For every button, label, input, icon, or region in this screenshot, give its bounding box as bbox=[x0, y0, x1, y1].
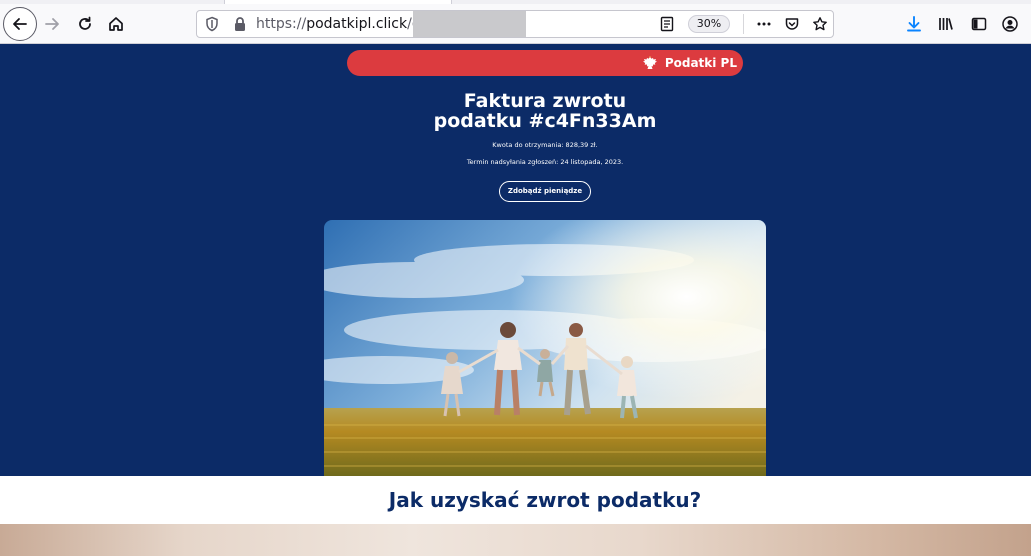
hero-section: Podatki PL Faktura zwrotu podatku #c4Fn3… bbox=[0, 44, 1031, 476]
url-separator bbox=[743, 14, 744, 34]
brand-name: Podatki PL bbox=[664, 56, 737, 70]
reader-icon[interactable] bbox=[659, 16, 675, 32]
family-photo bbox=[324, 220, 766, 476]
zoom-badge[interactable]: 30% bbox=[688, 15, 730, 33]
library-icon bbox=[939, 18, 953, 30]
home-icon bbox=[109, 17, 123, 31]
pocket-icon[interactable] bbox=[784, 16, 800, 32]
library-button[interactable] bbox=[930, 8, 962, 40]
amount-text: Kwota do otrzymania: 828,39 zł. bbox=[492, 141, 598, 149]
lock-icon[interactable] bbox=[232, 16, 248, 32]
section-heading: Jak uzyskać zwrot podatku? bbox=[388, 488, 702, 512]
downloads-button[interactable] bbox=[898, 8, 930, 40]
how-to-section: Jak uzyskać zwrot podatku? bbox=[0, 476, 1031, 524]
back-button[interactable] bbox=[3, 7, 37, 41]
home-button[interactable] bbox=[100, 8, 132, 40]
reload-icon bbox=[79, 16, 91, 30]
shield-icon[interactable] bbox=[204, 16, 220, 32]
back-icon bbox=[13, 18, 27, 30]
url-text[interactable]: https://podatkipl.click/c bbox=[256, 16, 420, 32]
brand-logo[interactable]: Podatki PL bbox=[642, 55, 737, 71]
forward-icon bbox=[45, 18, 59, 30]
browser-toolbar: https://podatkipl.click/c 30% bbox=[0, 4, 1031, 44]
next-section-image bbox=[0, 524, 1031, 556]
download-icon bbox=[907, 16, 921, 32]
reload-button[interactable] bbox=[69, 8, 101, 40]
star-icon[interactable] bbox=[812, 16, 828, 32]
page-viewport: Podatki PL Faktura zwrotu podatku #c4Fn3… bbox=[0, 44, 1031, 556]
deadline-text: Termin nadsyłania zgłoszeń: 24 listopada… bbox=[466, 158, 624, 166]
family-field-illustration bbox=[324, 220, 766, 476]
account-button[interactable] bbox=[994, 8, 1026, 40]
sidebar-button[interactable] bbox=[963, 8, 995, 40]
title-line-2: podatku #c4Fn33Am bbox=[433, 110, 657, 132]
eagle-icon bbox=[642, 56, 657, 69]
url-bar[interactable]: https://podatkipl.click/c 30% bbox=[196, 10, 834, 38]
url-host: podatkipl.click bbox=[306, 16, 408, 32]
url-prefix: https:// bbox=[256, 16, 307, 32]
more-icon[interactable] bbox=[756, 16, 772, 32]
get-money-button[interactable]: Zdobądź pieniądze bbox=[499, 181, 591, 202]
account-icon bbox=[1002, 16, 1018, 32]
sidebar-icon bbox=[971, 17, 987, 31]
title-line-1: Faktura zwrotu bbox=[463, 90, 627, 112]
url-redaction bbox=[413, 11, 526, 37]
forward-button[interactable] bbox=[36, 8, 68, 40]
page-title: Faktura zwrotu podatku #c4Fn33Am bbox=[345, 91, 745, 131]
brand-banner: Podatki PL bbox=[347, 50, 743, 76]
